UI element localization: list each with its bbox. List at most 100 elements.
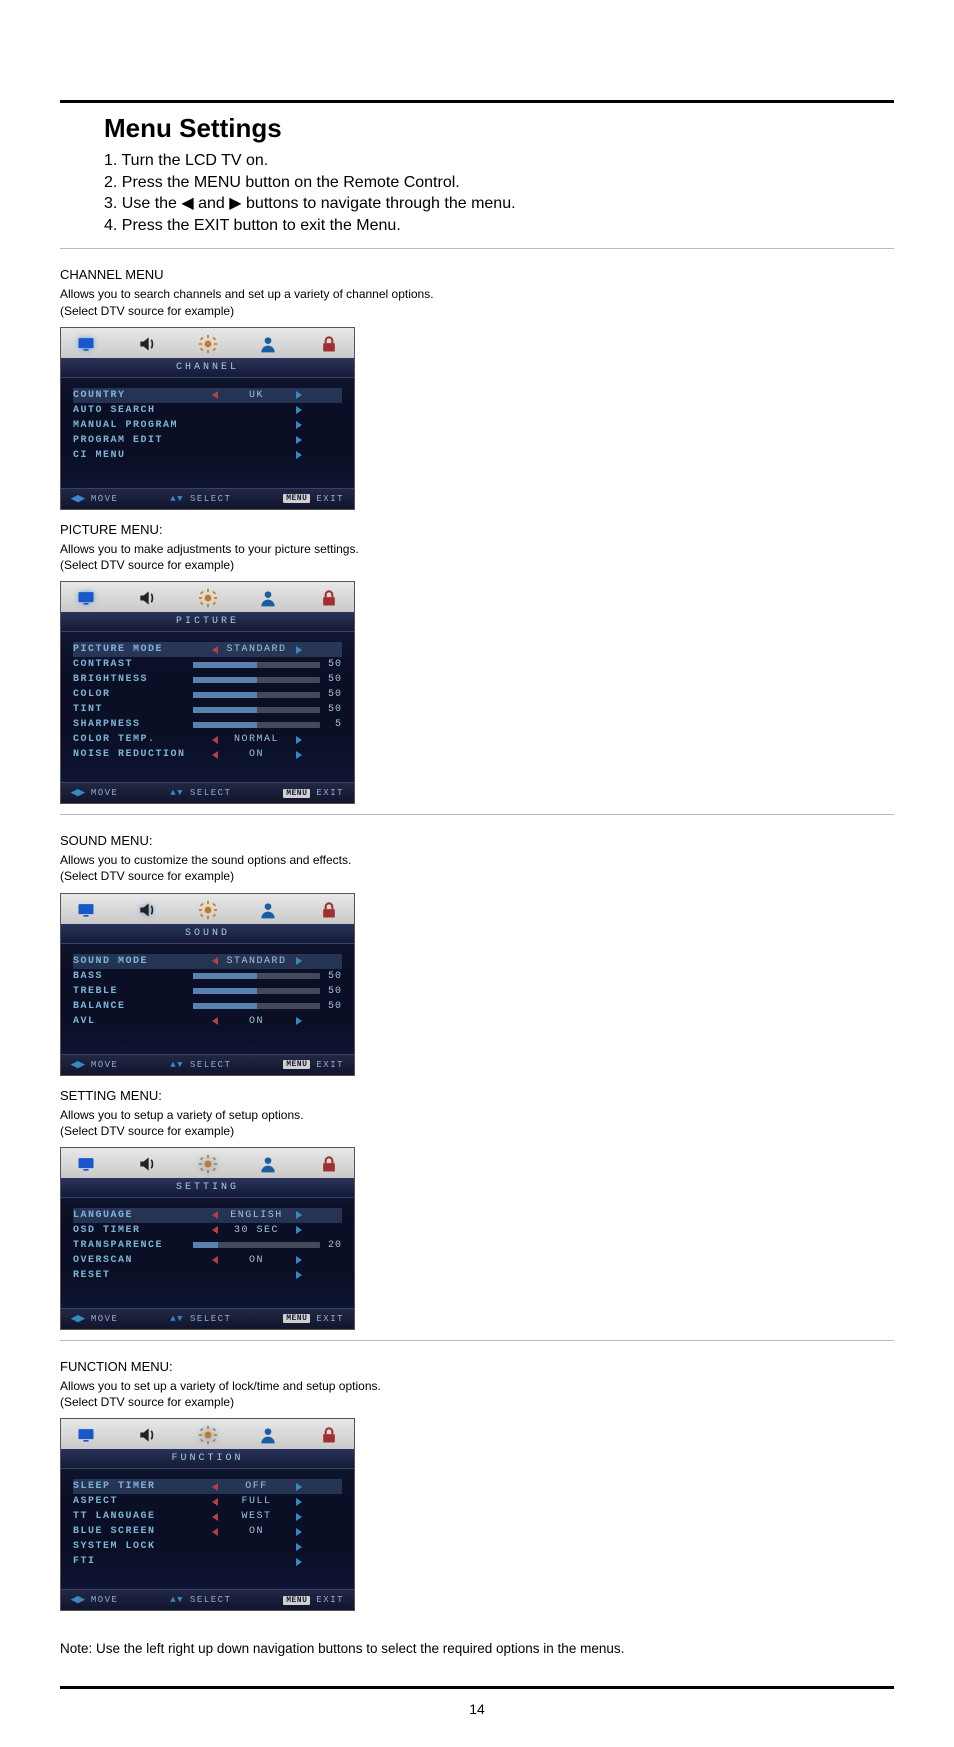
lock-icon[interactable]	[318, 1425, 340, 1445]
sound-icon[interactable]	[136, 1425, 158, 1445]
osd-slider[interactable]	[193, 662, 320, 668]
osd-row[interactable]: TREBLE50	[73, 984, 342, 999]
osd-row[interactable]: OVERSCANON	[73, 1253, 342, 1268]
tv-icon[interactable]	[75, 334, 97, 354]
arrow-right-icon[interactable]	[296, 957, 302, 965]
avatar-icon[interactable]	[257, 1425, 279, 1445]
arrow-right-icon[interactable]	[296, 1271, 302, 1279]
osd-row[interactable]: SYSTEM LOCK	[73, 1539, 342, 1554]
osd-row[interactable]: BALANCE50	[73, 999, 342, 1014]
arrow-right-icon[interactable]	[296, 1211, 302, 1219]
gear-icon[interactable]	[197, 900, 219, 920]
arrow-left-icon[interactable]	[212, 1226, 218, 1234]
arrow-right-icon[interactable]	[296, 1256, 302, 1264]
tv-icon[interactable]	[75, 1154, 97, 1174]
osd-row[interactable]: AVLON	[73, 1014, 342, 1029]
osd-slider[interactable]	[193, 692, 320, 698]
arrow-right-icon[interactable]	[296, 391, 302, 399]
arrow-left-icon[interactable]	[212, 957, 218, 965]
osd-slider[interactable]	[193, 1003, 320, 1009]
arrow-right-icon[interactable]	[296, 406, 302, 414]
osd-row[interactable]: OSD TIMER30 SEC	[73, 1223, 342, 1238]
arrow-right-icon[interactable]	[296, 436, 302, 444]
arrow-right-icon[interactable]	[296, 736, 302, 744]
arrow-left-icon[interactable]	[212, 736, 218, 744]
osd-row[interactable]: TINT50	[73, 702, 342, 717]
osd-row[interactable]: NOISE REDUCTIONON	[73, 747, 342, 762]
osd-slider[interactable]	[193, 988, 320, 994]
arrow-left-icon[interactable]	[212, 646, 218, 654]
arrow-right-icon[interactable]	[296, 1543, 302, 1551]
osd-row[interactable]: TRANSPARENCE20	[73, 1238, 342, 1253]
tv-icon[interactable]	[75, 1425, 97, 1445]
arrow-right-icon[interactable]	[296, 751, 302, 759]
avatar-icon[interactable]	[257, 900, 279, 920]
arrow-right-icon[interactable]	[296, 1017, 302, 1025]
arrow-left-icon[interactable]	[212, 1256, 218, 1264]
osd-row[interactable]: COLOR50	[73, 687, 342, 702]
osd-row-value: ON	[191, 1016, 322, 1027]
gear-icon[interactable]	[197, 588, 219, 608]
avatar-icon[interactable]	[257, 334, 279, 354]
osd-row[interactable]: BLUE SCREENON	[73, 1524, 342, 1539]
lr-arrows-icon: ◀▶	[71, 1314, 85, 1324]
arrow-left-icon[interactable]	[212, 1211, 218, 1219]
osd-row[interactable]: AUTO SEARCH	[73, 403, 342, 418]
osd-row[interactable]: SOUND MODESTANDARD	[73, 954, 342, 969]
sound-icon[interactable]	[136, 588, 158, 608]
osd-body: COUNTRYUKAUTO SEARCHMANUAL PROGRAMPROGRA…	[61, 378, 354, 488]
tv-icon[interactable]	[75, 900, 97, 920]
arrow-left-icon[interactable]	[212, 1513, 218, 1521]
osd-row[interactable]: SHARPNESS5	[73, 717, 342, 732]
arrow-left-icon[interactable]	[212, 1528, 218, 1536]
gear-icon[interactable]	[197, 334, 219, 354]
lock-icon[interactable]	[318, 900, 340, 920]
arrow-right-icon[interactable]	[296, 646, 302, 654]
arrow-right-icon[interactable]	[296, 1528, 302, 1536]
arrow-left-icon[interactable]	[212, 1017, 218, 1025]
osd-slider[interactable]	[193, 1242, 320, 1248]
arrow-right-icon[interactable]	[296, 451, 302, 459]
arrow-right-icon[interactable]	[296, 1498, 302, 1506]
arrow-left-icon[interactable]	[212, 1498, 218, 1506]
footer-exit: EXIT	[316, 1595, 344, 1605]
osd-row[interactable]: BASS50	[73, 969, 342, 984]
arrow-right-icon[interactable]	[296, 1226, 302, 1234]
tv-icon[interactable]	[75, 588, 97, 608]
osd-slider[interactable]	[193, 677, 320, 683]
arrow-right-icon[interactable]	[296, 1513, 302, 1521]
gear-icon[interactable]	[197, 1154, 219, 1174]
osd-row[interactable]: ASPECTFULL	[73, 1494, 342, 1509]
osd-row[interactable]: RESET	[73, 1268, 342, 1283]
arrow-left-icon[interactable]	[212, 391, 218, 399]
osd-slider[interactable]	[193, 722, 320, 728]
arrow-right-icon[interactable]	[296, 1558, 302, 1566]
sound-icon[interactable]	[136, 900, 158, 920]
osd-row[interactable]: BRIGHTNESS50	[73, 672, 342, 687]
lock-icon[interactable]	[318, 334, 340, 354]
osd-row[interactable]: TT LANGUAGEWEST	[73, 1509, 342, 1524]
osd-row[interactable]: LANGUAGEENGLISH	[73, 1208, 342, 1223]
osd-row[interactable]: COUNTRYUK	[73, 388, 342, 403]
arrow-right-icon[interactable]	[296, 421, 302, 429]
osd-row[interactable]: SLEEP TIMEROFF	[73, 1479, 342, 1494]
arrow-left-icon[interactable]	[212, 751, 218, 759]
osd-row[interactable]: PICTURE MODESTANDARD	[73, 642, 342, 657]
osd-row[interactable]: FTI	[73, 1554, 342, 1569]
osd-slider[interactable]	[193, 707, 320, 713]
osd-row[interactable]: CI MENU	[73, 448, 342, 463]
arrow-left-icon[interactable]	[212, 1483, 218, 1491]
osd-row[interactable]: COLOR TEMP.NORMAL	[73, 732, 342, 747]
sound-icon[interactable]	[136, 334, 158, 354]
sound-icon[interactable]	[136, 1154, 158, 1174]
gear-icon[interactable]	[197, 1425, 219, 1445]
osd-row[interactable]: PROGRAM EDIT	[73, 433, 342, 448]
lock-icon[interactable]	[318, 588, 340, 608]
osd-row[interactable]: CONTRAST50	[73, 657, 342, 672]
avatar-icon[interactable]	[257, 1154, 279, 1174]
lock-icon[interactable]	[318, 1154, 340, 1174]
arrow-right-icon[interactable]	[296, 1483, 302, 1491]
osd-slider[interactable]	[193, 973, 320, 979]
avatar-icon[interactable]	[257, 588, 279, 608]
osd-row[interactable]: MANUAL PROGRAM	[73, 418, 342, 433]
